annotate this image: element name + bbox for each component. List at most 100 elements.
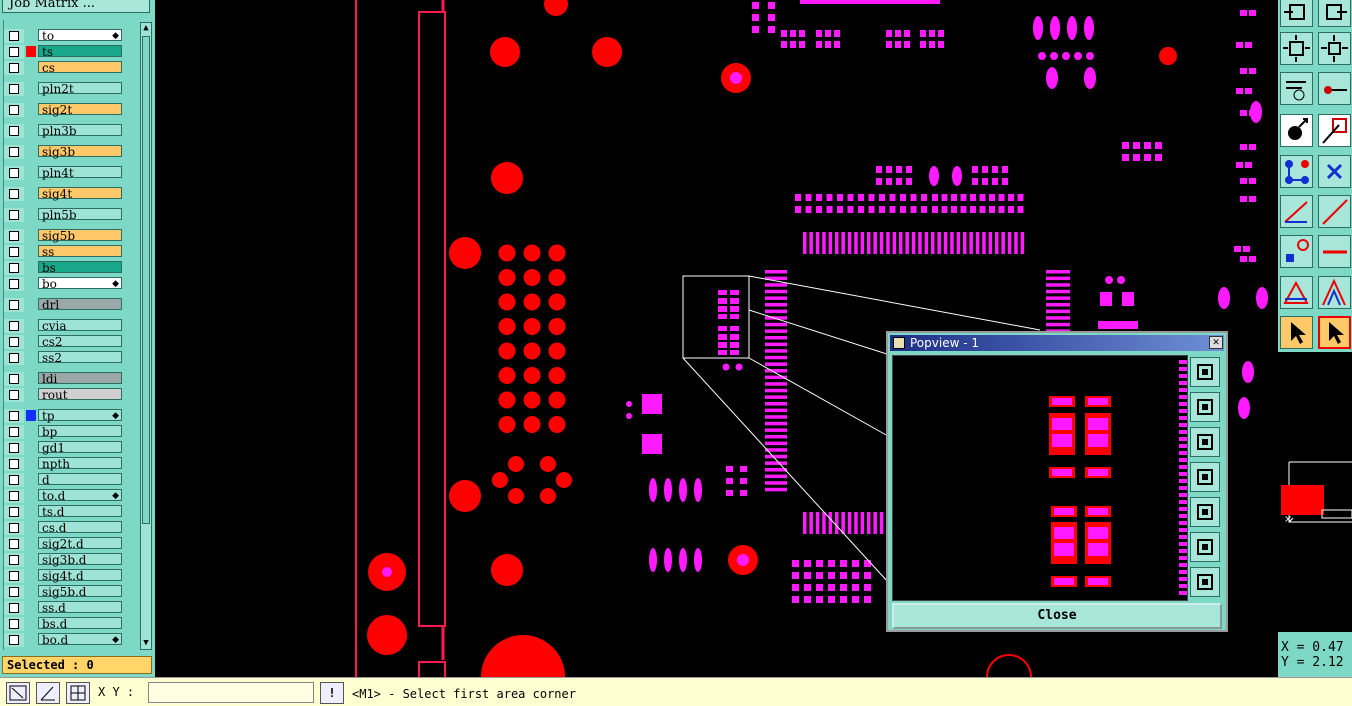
angle-line-icon[interactable] <box>1280 195 1313 228</box>
layer-name[interactable]: cs2 <box>38 335 122 348</box>
layer-name[interactable]: ss <box>38 245 122 258</box>
job-matrix-title[interactable]: Job Matrix ... <box>2 0 150 13</box>
snap-right-icon[interactable] <box>1318 0 1351 27</box>
layer-checkbox[interactable] <box>4 166 24 180</box>
layer-checkbox[interactable] <box>4 388 24 402</box>
layer-row[interactable]: drl <box>4 298 125 312</box>
layer-name[interactable]: cs.d <box>38 521 122 534</box>
layer-checkbox[interactable] <box>4 457 24 471</box>
layer-row[interactable]: bo.d ◆ <box>4 633 125 647</box>
layer-checkbox[interactable] <box>4 553 24 567</box>
layer-name[interactable]: sig3b.d <box>38 553 122 566</box>
layer-affect-marker[interactable] <box>26 30 36 41</box>
connect-pads-icon[interactable] <box>1280 155 1313 188</box>
layer-checkbox[interactable] <box>4 537 24 551</box>
layer-row[interactable]: to.d ◆ <box>4 489 125 503</box>
layer-affect-marker[interactable] <box>26 586 36 597</box>
layer-name[interactable]: pln2t <box>38 82 122 95</box>
layer-affect-marker[interactable] <box>26 167 36 178</box>
layer-row[interactable]: ldi <box>4 372 125 386</box>
layer-row[interactable]: rout <box>4 388 125 402</box>
layer-checkbox[interactable] <box>4 585 24 599</box>
layer-affect-marker[interactable] <box>26 570 36 581</box>
layer-row[interactable]: npth <box>4 457 125 471</box>
layer-checkbox[interactable] <box>4 145 24 159</box>
layer-affect-marker[interactable] <box>26 230 36 241</box>
layer-row[interactable]: bs <box>4 261 125 275</box>
layer-row[interactable]: sig5b.d <box>4 585 125 599</box>
layer-name[interactable]: sig5b.d <box>38 585 122 598</box>
layer-affect-marker[interactable] <box>26 442 36 453</box>
measure-icon[interactable] <box>1318 72 1351 105</box>
layer-affect-marker[interactable] <box>26 474 36 485</box>
pv-pan-right-icon[interactable] <box>1190 497 1220 527</box>
layer-checkbox[interactable] <box>4 441 24 455</box>
polygon-triangle-icon[interactable] <box>1280 276 1313 309</box>
layer-row[interactable]: ss2 <box>4 351 125 365</box>
layer-checkbox[interactable] <box>4 319 24 333</box>
layer-checkbox[interactable] <box>4 372 24 386</box>
pv-zoom-out-icon[interactable] <box>1190 567 1220 597</box>
layer-checkbox[interactable] <box>4 298 24 312</box>
scroll-down-arrow-icon[interactable]: ▼ <box>141 637 151 649</box>
layer-checkbox[interactable] <box>4 601 24 615</box>
layer-row[interactable]: sig4t <box>4 187 125 201</box>
layer-affect-marker[interactable] <box>26 506 36 517</box>
layer-name[interactable]: d <box>38 473 122 486</box>
layer-row[interactable]: gd1 <box>4 441 125 455</box>
layer-name[interactable]: bp <box>38 425 122 438</box>
layer-name[interactable]: bs.d <box>38 617 122 630</box>
select-feature-icon[interactable] <box>1280 114 1313 147</box>
popview-canvas[interactable] <box>892 355 1188 601</box>
layer-affect-marker[interactable] <box>26 373 36 384</box>
layer-name[interactable]: bs <box>38 261 122 274</box>
layer-affect-marker[interactable] <box>26 188 36 199</box>
close-icon[interactable]: ✕ <box>1209 336 1223 349</box>
snap-left-icon[interactable] <box>1280 0 1313 27</box>
scrollbar-thumb[interactable] <box>142 36 150 524</box>
layer-affect-marker[interactable] <box>26 352 36 363</box>
layer-name[interactable]: ts <box>38 45 122 58</box>
pv-zoom-fit-icon[interactable] <box>1190 357 1220 387</box>
layer-affect-marker[interactable] <box>26 62 36 73</box>
layer-name[interactable]: rout <box>38 388 122 401</box>
layer-checkbox[interactable] <box>4 208 24 222</box>
layer-name[interactable]: cs <box>38 61 122 74</box>
layer-name[interactable]: tp ◆ <box>38 409 122 422</box>
layer-row[interactable]: sig2t.d <box>4 537 125 551</box>
layer-checkbox[interactable] <box>4 473 24 487</box>
alert-icon[interactable]: ! <box>320 682 344 704</box>
zoom-fit-icon[interactable] <box>1280 32 1313 65</box>
layer-checkbox[interactable] <box>4 103 24 117</box>
pointer-area-icon[interactable] <box>1318 316 1351 349</box>
layer-checkbox[interactable] <box>4 569 24 583</box>
arc-triangle-icon[interactable] <box>1318 276 1351 309</box>
layer-checkbox[interactable] <box>4 277 24 291</box>
layer-row[interactable]: cs.d <box>4 521 125 535</box>
layer-affect-marker[interactable] <box>26 320 36 331</box>
layer-name[interactable]: gd1 <box>38 441 122 454</box>
layer-checkbox[interactable] <box>4 245 24 259</box>
layer-checkbox[interactable] <box>4 261 24 275</box>
layer-affect-marker[interactable] <box>26 458 36 469</box>
settings-tools-icon[interactable] <box>1280 72 1313 105</box>
layer-name[interactable]: to.d ◆ <box>38 489 122 502</box>
zoom-center-icon[interactable] <box>1318 32 1351 65</box>
layer-row[interactable]: bp <box>4 425 125 439</box>
layer-name[interactable]: ldi <box>38 372 122 385</box>
layer-checkbox[interactable] <box>4 124 24 138</box>
pad-add-icon[interactable] <box>1280 235 1313 268</box>
layer-checkbox[interactable] <box>4 335 24 349</box>
layer-affect-marker[interactable] <box>26 426 36 437</box>
layer-affect-marker[interactable] <box>26 389 36 400</box>
layer-checkbox[interactable] <box>4 351 24 365</box>
layer-name[interactable]: bo ◆ <box>38 277 122 290</box>
layer-affect-marker[interactable] <box>26 410 36 421</box>
layer-row[interactable]: ss.d <box>4 601 125 615</box>
layer-affect-marker[interactable] <box>26 262 36 273</box>
layer-affect-marker[interactable] <box>26 46 36 57</box>
layer-affect-marker[interactable] <box>26 83 36 94</box>
diagonal-line-icon[interactable] <box>1318 195 1351 228</box>
layer-row[interactable]: sig5b <box>4 229 125 243</box>
layer-affect-marker[interactable] <box>26 618 36 629</box>
